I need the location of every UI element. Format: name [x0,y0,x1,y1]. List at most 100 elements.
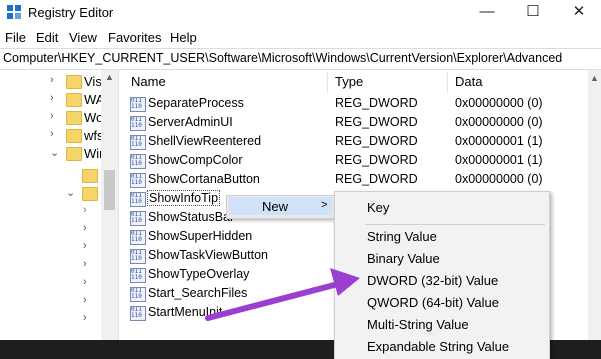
value-row[interactable]: 011 110 ShellViewReentered REG_DWORD 0x00… [123,133,588,152]
value-type: REG_DWORD [335,153,418,167]
reg-binary-value-icon: 011 110 [130,192,146,207]
submenu-item-binary-value[interactable]: Binary Value [367,251,440,266]
value-data: 0x00000001 (1) [455,134,543,148]
column-header-data[interactable]: Data [455,70,482,94]
chevron-right-icon[interactable]: › [83,276,87,288]
submenu-separator [365,224,545,225]
reg-binary-value-icon: 011 110 [130,230,146,245]
address-bar[interactable]: Computer\HKEY_CURRENT_USER\Software\Micr… [0,48,601,70]
new-label: New [262,199,289,214]
column-divider[interactable] [447,72,448,92]
reg-binary-value-icon: 011 110 [130,173,146,188]
chevron-down-icon[interactable]: ⌄ [66,186,75,199]
column-header-type[interactable]: Type [335,70,363,94]
value-name: ShowSuperHidden [148,229,253,243]
tree-item[interactable] [0,166,100,186]
menu-file[interactable]: File [5,30,26,45]
tree-item[interactable]: › WA [0,90,104,110]
chevron-right-icon[interactable]: › [83,258,87,270]
reg-binary-value-icon: 011 110 [130,116,146,131]
new-submenu: Key String Value Binary Value DWORD (32-… [334,191,550,359]
submenu-item-dword-value[interactable]: DWORD (32-bit) Value [367,273,498,288]
tree-item[interactable]: › Wo [0,108,103,128]
menu-view[interactable]: View [69,30,97,45]
tree-item-label: Vis [84,74,102,89]
submenu-item-qword-value[interactable]: QWORD (64-bit) Value [367,295,499,310]
tree-item[interactable]: › [0,310,100,330]
column-header-name[interactable]: Name [131,70,166,94]
tree-item[interactable]: › [0,274,100,294]
value-row[interactable]: 011 110 ShowCompColor REG_DWORD 0x0000000… [123,152,588,171]
submenu-item-key[interactable]: Key [367,200,389,215]
value-name: ShellViewReentered [148,134,262,148]
reg-binary-value-icon: 011 110 [130,249,146,264]
chevron-right-icon[interactable]: › [83,312,87,324]
menu-edit[interactable]: Edit [36,30,58,45]
chevron-down-icon[interactable]: ⌄ [50,146,59,159]
tree-item[interactable]: › [0,202,100,222]
tree-item[interactable]: › [0,292,100,312]
folder-icon [82,169,98,183]
menu-favorites[interactable]: Favorites [108,30,161,45]
tree-pane[interactable]: › Vis › WA › Wo › wfs ⌄ Win ⌄ › › › › › … [0,70,119,359]
value-type: REG_DWORD [335,96,418,110]
chevron-right-icon[interactable]: › [83,240,87,252]
tree-scrollbar[interactable]: ▲ [101,70,118,359]
folder-icon [66,111,82,125]
chevron-right-icon: > [321,199,328,211]
reg-binary-value-icon: 011 110 [130,97,146,112]
close-button[interactable]: ✕ [556,0,601,26]
value-row[interactable]: 011 110 ServerAdminUI REG_DWORD 0x0000000… [123,114,588,133]
value-data: 0x00000000 (0) [455,115,543,129]
minimize-button[interactable]: — [464,0,510,26]
column-divider[interactable] [327,72,328,92]
registry-editor-icon [7,5,21,19]
tree-item[interactable]: › [0,256,100,276]
chevron-right-icon[interactable]: › [50,128,54,140]
context-menu: New > [226,195,336,219]
value-name: ShowInfoTip [147,190,221,206]
value-name: ShowStatusBar [148,210,235,224]
scroll-up-arrow-icon[interactable]: ▲ [590,73,599,83]
tree-item[interactable]: › [0,220,100,240]
submenu-item-multi-string-value[interactable]: Multi-String Value [367,317,469,332]
folder-icon [66,147,82,161]
chevron-right-icon[interactable]: › [50,74,54,86]
value-name: ShowTypeOverlay [148,267,250,281]
submenu-item-string-value[interactable]: String Value [367,229,437,244]
reg-binary-value-icon: 011 110 [130,287,146,302]
list-scrollbar[interactable]: ▲ [588,70,601,359]
tree-scroll-thumb[interactable] [104,170,115,210]
folder-icon [82,187,98,201]
chevron-right-icon[interactable]: › [83,294,87,306]
reg-binary-value-icon: 011 110 [130,211,146,226]
folder-icon [66,129,82,143]
chevron-right-icon[interactable]: › [50,92,54,104]
maximize-button[interactable]: ☐ [510,0,556,26]
menu-bar: File Edit View Favorites Help [0,27,601,47]
address-path[interactable]: Computer\HKEY_CURRENT_USER\Software\Micr… [3,51,562,65]
window-title: Registry Editor [28,5,114,20]
tree-item[interactable]: › Vis [0,72,102,92]
value-type: REG_DWORD [335,115,418,129]
chevron-right-icon[interactable]: › [83,204,87,216]
value-data: 0x00000001 (1) [455,153,543,167]
tree-item[interactable]: ⌄ Win [0,144,106,164]
reg-binary-value-icon: 011 110 [130,268,146,283]
scroll-up-arrow-icon[interactable]: ▲ [105,72,114,82]
chevron-right-icon[interactable]: › [83,222,87,234]
value-type: REG_DWORD [335,172,418,186]
value-name: ShowCortanaButton [148,172,260,186]
menu-help[interactable]: Help [170,30,197,45]
tree-item[interactable]: › wfs [0,126,104,146]
chevron-right-icon[interactable]: › [50,110,54,122]
context-menu-item-new[interactable]: New > [229,197,332,215]
value-row[interactable]: 011 110 ShowCortanaButton REG_DWORD 0x000… [123,171,588,190]
tree-item[interactable]: ⌄ [0,184,100,204]
folder-icon [66,93,82,107]
value-row[interactable]: 011 110 SeparateProcess REG_DWORD 0x00000… [123,95,588,114]
submenu-item-expandable-string-value[interactable]: Expandable String Value [367,339,509,354]
reg-binary-value-icon: 011 110 [130,154,146,169]
value-name: ServerAdminUI [148,115,233,129]
tree-item[interactable]: › [0,238,100,258]
